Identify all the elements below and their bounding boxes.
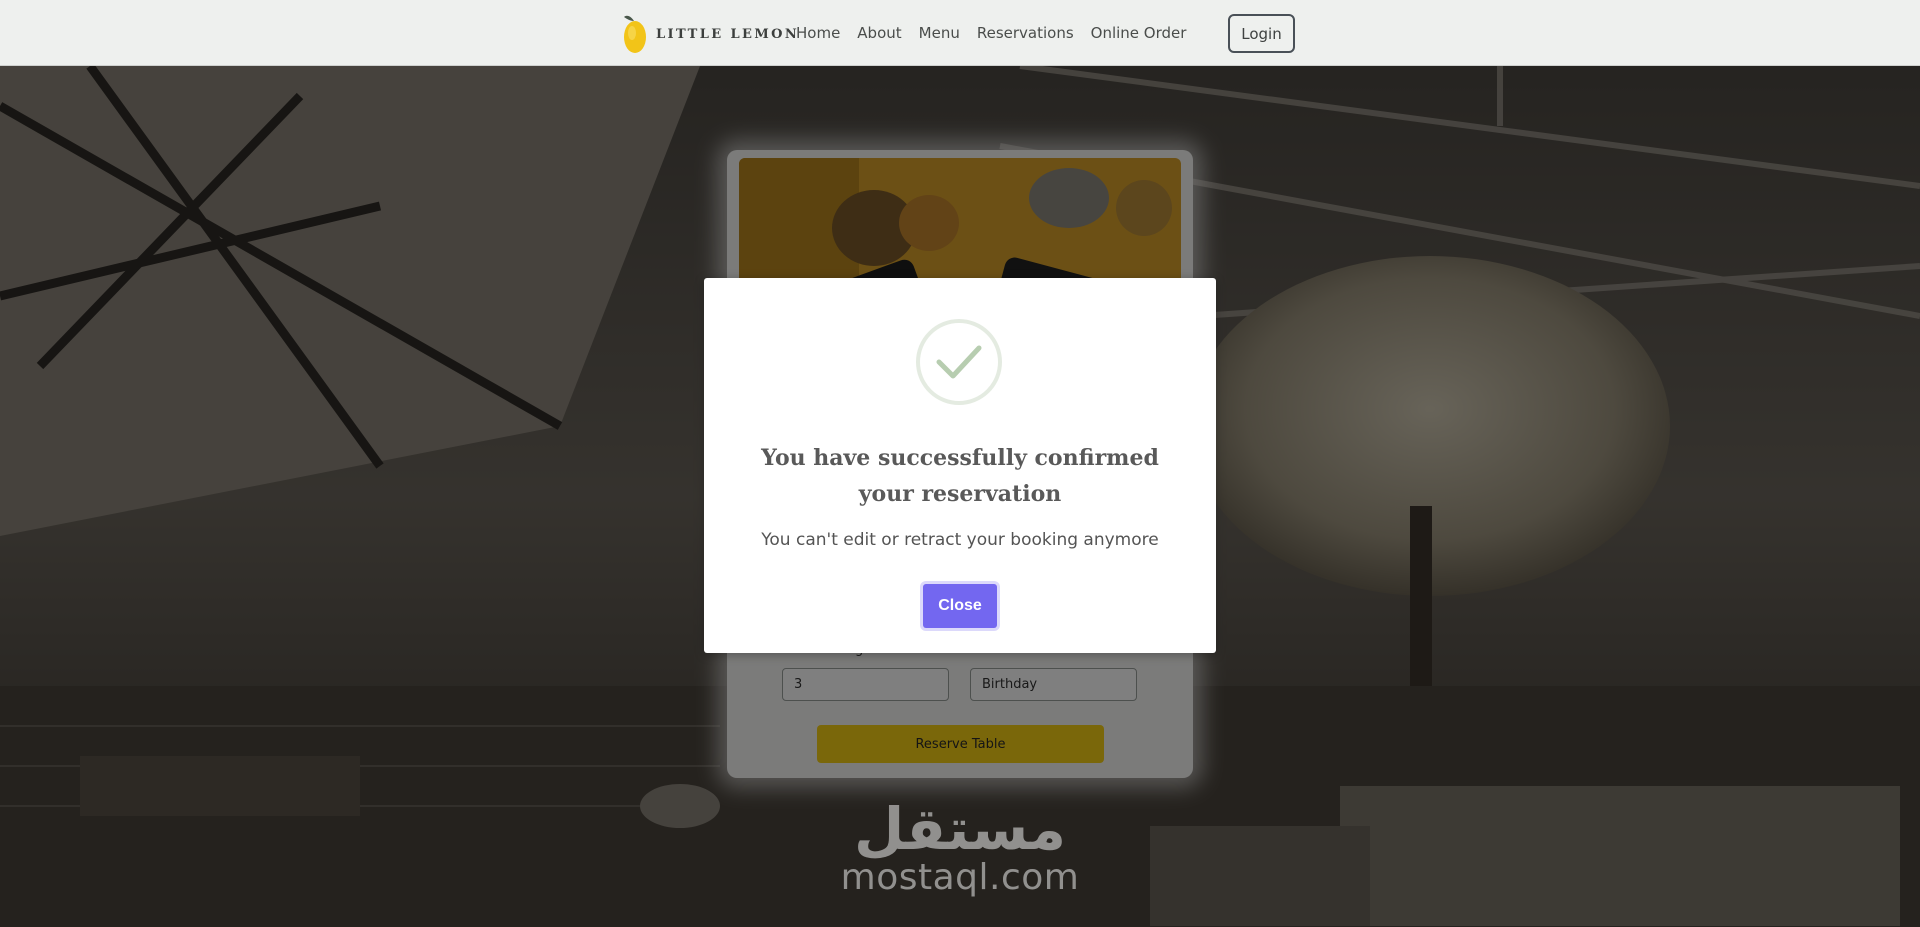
success-modal: You have successfully confirmed your res… bbox=[704, 278, 1216, 653]
lemon-icon bbox=[624, 15, 646, 53]
watermark-arabic: مستقل bbox=[853, 795, 1067, 863]
nav-link-about[interactable]: About bbox=[857, 24, 901, 42]
main-nav: Home About Menu Reservations Online Orde… bbox=[796, 0, 1203, 66]
brand-name: LITTLE LEMON bbox=[656, 26, 800, 42]
close-button[interactable]: Close bbox=[923, 584, 997, 628]
modal-message: You can't edit or retract your booking a… bbox=[761, 530, 1159, 550]
nav-link-menu[interactable]: Menu bbox=[919, 24, 960, 42]
watermark-latin: mostaql.com bbox=[840, 857, 1080, 898]
navbar: LITTLE LEMON Home About Menu Reservation… bbox=[0, 0, 1920, 66]
brand-logo[interactable]: LITTLE LEMON bbox=[622, 12, 799, 56]
nav-link-home[interactable]: Home bbox=[796, 24, 840, 42]
nav-link-reservations[interactable]: Reservations bbox=[977, 24, 1074, 42]
login-button[interactable]: Login bbox=[1228, 14, 1295, 53]
checkmark-icon bbox=[916, 319, 1002, 405]
watermark: مستقل mostaql.com bbox=[840, 800, 1080, 898]
nav-link-online-order[interactable]: Online Order bbox=[1091, 24, 1187, 42]
modal-title: You have successfully confirmed your res… bbox=[761, 445, 1159, 507]
